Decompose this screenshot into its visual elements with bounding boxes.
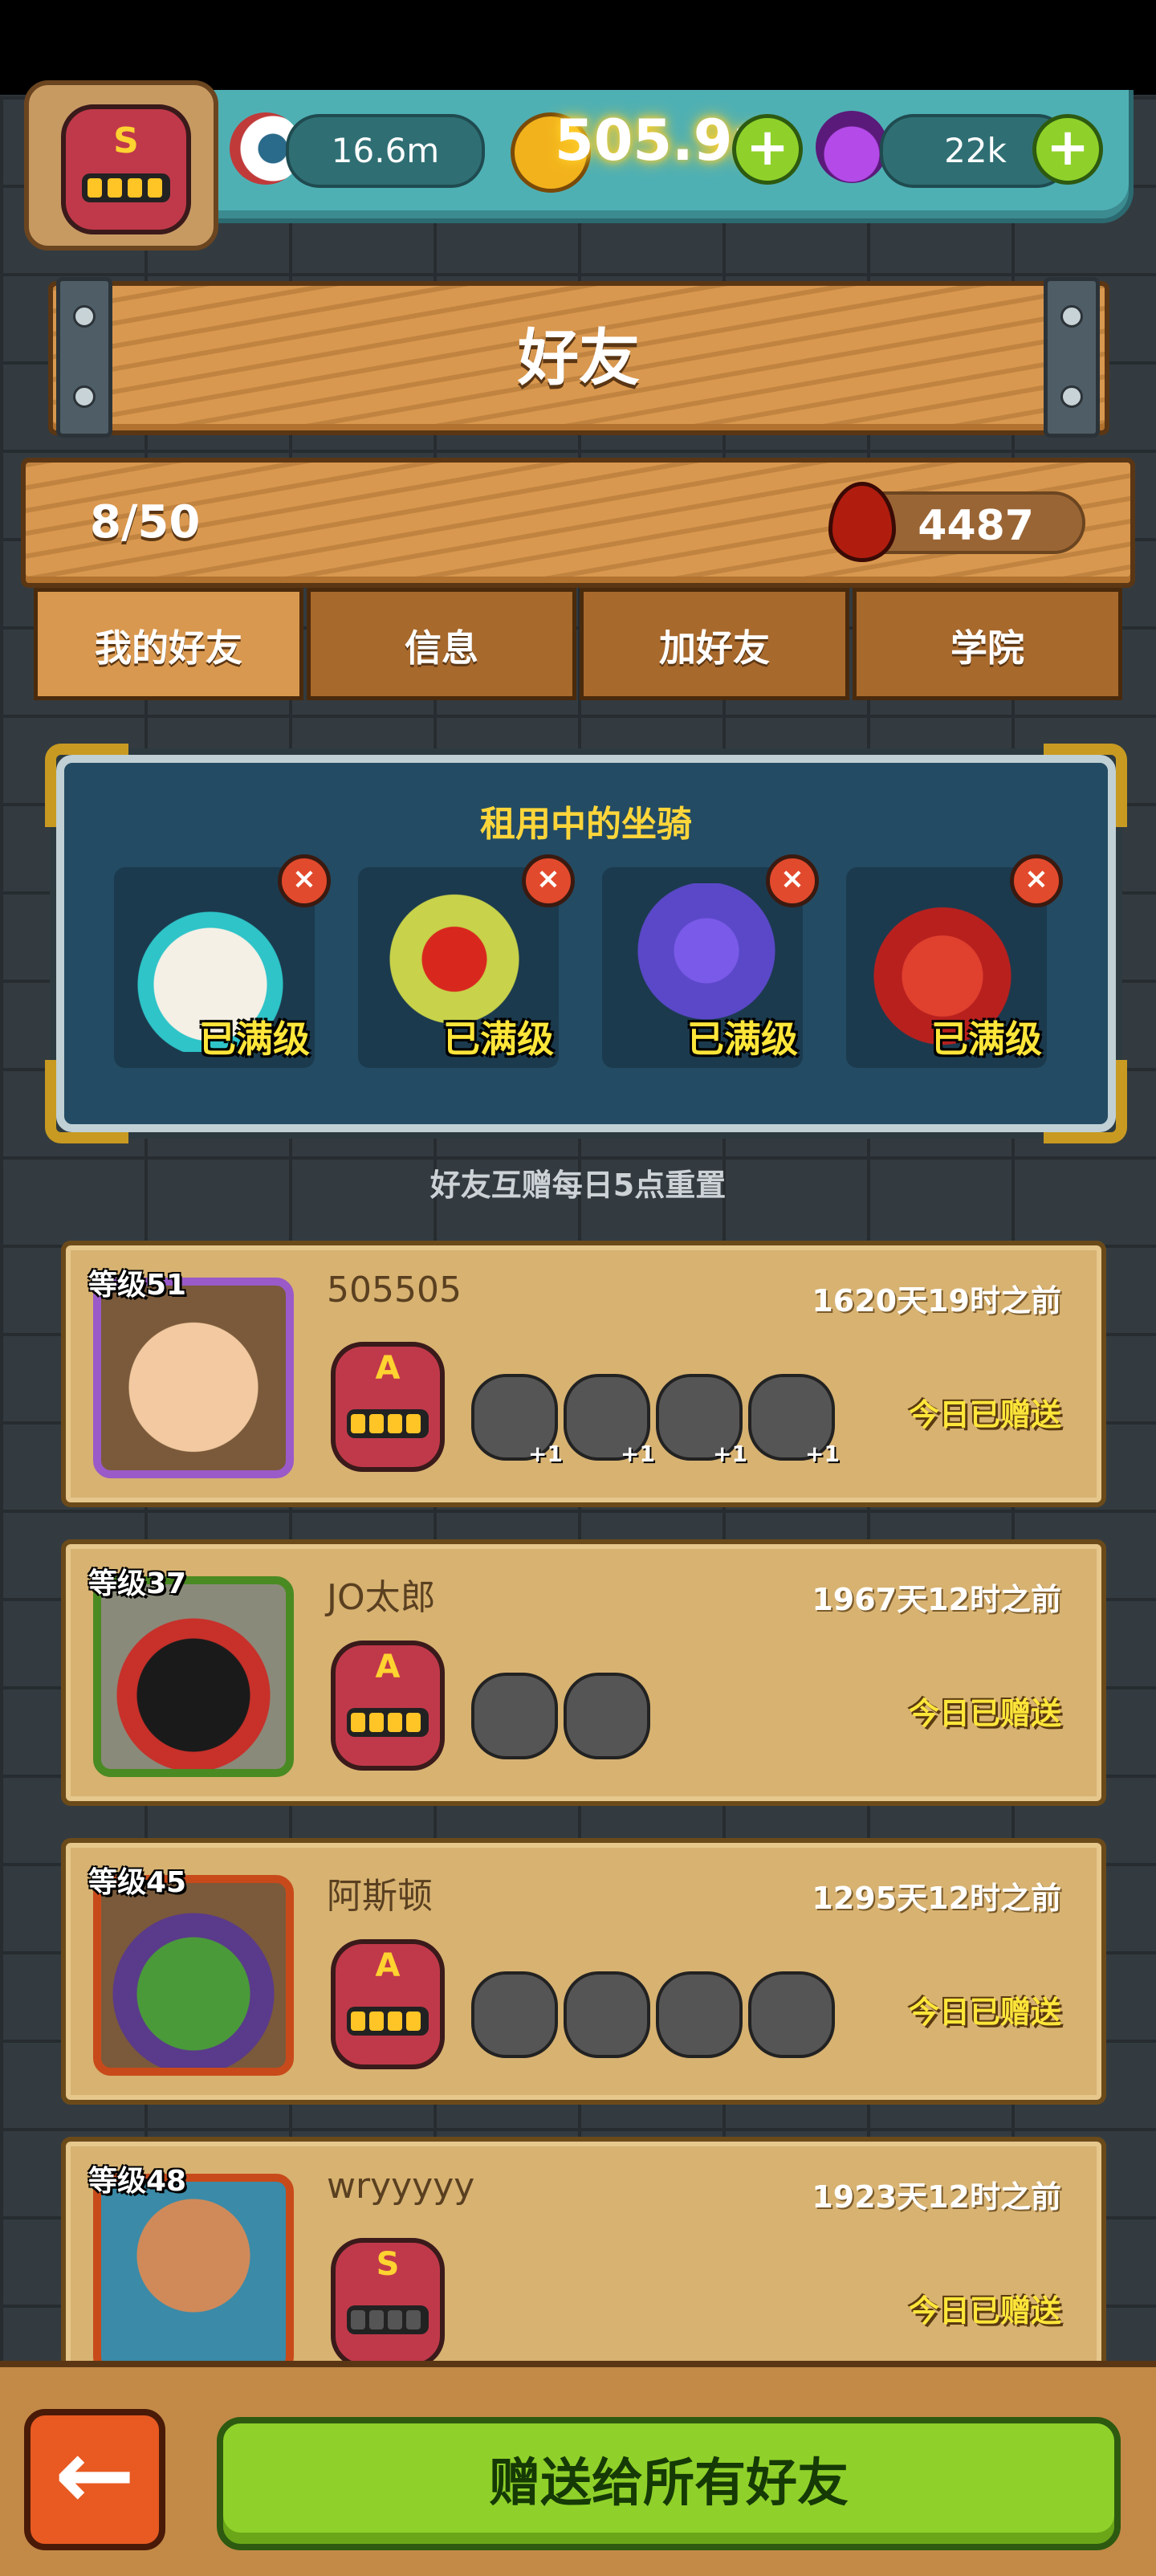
friend-rank-letter: S <box>376 2246 400 2283</box>
friend-rank-badge: S <box>331 2238 445 2368</box>
panel-corner <box>1044 1060 1127 1143</box>
mount-status: 已满级 <box>931 1017 1042 1061</box>
mount-slot[interactable]: 已满级 × <box>846 854 1063 1068</box>
tab-messages[interactable]: 信息 <box>307 588 576 700</box>
add-coin-button[interactable]: + <box>732 114 803 185</box>
remove-mount-button[interactable]: × <box>278 854 331 907</box>
friend-card[interactable]: 等级51 505505 1620天19时之前 A +1 +1 +1 +1 今日已… <box>61 1241 1106 1507</box>
player-rank-badge[interactable]: S <box>24 80 218 251</box>
friend-last-online: 1620天19时之前 <box>812 1283 1061 1319</box>
friend-last-online: 1967天12时之前 <box>812 1582 1061 1617</box>
rank-emblem: S <box>61 104 191 234</box>
gift-status: 今日已赠送 <box>908 1995 1061 2030</box>
remove-mount-button[interactable]: × <box>766 854 819 907</box>
friend-mount-icon <box>656 1971 743 2058</box>
potion-icon <box>816 111 888 183</box>
friend-name: JO太郎 <box>327 1577 436 1618</box>
mounts-title: 租用中的坐骑 <box>480 804 692 845</box>
mount-slot[interactable]: 已满级 × <box>358 854 575 1068</box>
gift-status: 今日已赠送 <box>908 2293 1061 2329</box>
friend-mount-icon <box>564 1673 650 1759</box>
remove-mount-button[interactable]: × <box>522 854 575 907</box>
tab-add-friend[interactable]: 加好友 <box>580 588 849 700</box>
mount-status: 已满级 <box>443 1017 554 1061</box>
friend-rank-letter: A <box>375 1350 401 1387</box>
friend-rank-badge: A <box>331 1939 445 2069</box>
reset-note: 好友互赠每日5点重置 <box>429 1168 727 1203</box>
friend-name: 阿斯顿 <box>327 1876 433 1917</box>
friend-avatar[interactable] <box>93 1875 294 2076</box>
mount-status: 已满级 <box>687 1017 798 1061</box>
friend-mount-icon <box>748 1971 835 2058</box>
friend-mount-icon <box>471 1971 558 2058</box>
gift-status: 今日已赠送 <box>908 1696 1061 1731</box>
friend-avatar[interactable] <box>93 1576 294 1777</box>
friend-count: 8/50 <box>90 496 201 548</box>
friend-last-online: 1923天12时之前 <box>812 2179 1061 2215</box>
gift-status: 今日已赠送 <box>908 1397 1061 1433</box>
friend-avatar[interactable] <box>93 1278 294 1478</box>
tab-academy[interactable]: 学院 <box>853 588 1122 700</box>
friend-level: 等级51 <box>88 1269 187 1302</box>
friend-card[interactable]: 等级45 阿斯顿 1295天12时之前 A 今日已赠送 <box>61 1838 1106 2105</box>
friend-mount-icon: +1 <box>564 1374 655 1467</box>
gift-all-button[interactable]: 赠送给所有好友 <box>217 2417 1121 2550</box>
left-bracket <box>56 277 112 438</box>
add-potion-button[interactable]: + <box>1032 114 1103 185</box>
friend-level: 等级45 <box>88 1866 187 1899</box>
friend-rank-letter: A <box>375 1649 401 1685</box>
friend-level: 等级48 <box>88 2165 187 2198</box>
panel-corner <box>45 1060 128 1143</box>
title-board: 好友 <box>48 281 1109 435</box>
friend-avatar[interactable] <box>93 2174 294 2374</box>
friend-mount-icon: +1 <box>471 1374 563 1467</box>
right-bracket <box>1044 277 1100 438</box>
rented-mounts-panel: 租用中的坐骑 已满级 × 已满级 × 已满级 × 已满级 × <box>45 744 1127 1143</box>
mount-status: 已满级 <box>199 1017 310 1061</box>
friend-last-online: 1295天12时之前 <box>812 1881 1061 1916</box>
page-title: 好友 <box>518 322 640 393</box>
tab-my-friends[interactable]: 我的好友 <box>34 588 303 700</box>
mount-slot[interactable]: 已满级 × <box>114 854 331 1068</box>
eye-currency-value: 16.6m <box>286 114 485 188</box>
currency-bar: 16.6m 505.9n + 22k + <box>185 90 1134 223</box>
mount-slot[interactable]: 已满级 × <box>602 854 819 1068</box>
friend-level: 等级37 <box>88 1567 187 1600</box>
friend-mount-icon <box>564 1971 650 2058</box>
friend-rank-badge: A <box>331 1342 445 1472</box>
rank-slots <box>82 173 170 202</box>
friend-mount-icon <box>471 1673 558 1759</box>
remove-mount-button[interactable]: × <box>1010 854 1063 907</box>
friend-name: 505505 <box>327 1270 462 1310</box>
friend-mount-icon: +1 <box>748 1374 840 1467</box>
friend-mount-icon: +1 <box>656 1374 747 1467</box>
friend-card[interactable]: 等级37 JO太郎 1967天12时之前 A 今日已赠送 <box>61 1539 1106 1806</box>
back-button[interactable]: ← <box>24 2409 165 2550</box>
friend-name: wryyyyy <box>327 2166 475 2207</box>
friend-rank-letter: A <box>375 1947 401 1984</box>
rank-letter: S <box>113 120 139 161</box>
tab-bar: 我的好友 信息 加好友 学院 <box>34 588 1122 700</box>
friend-rank-badge: A <box>331 1641 445 1771</box>
info-board: 8/50 4487 <box>21 458 1135 588</box>
